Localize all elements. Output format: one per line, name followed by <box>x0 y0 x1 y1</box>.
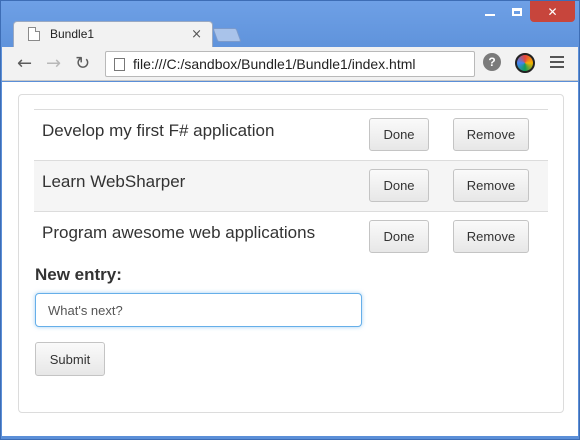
minimize-icon <box>484 13 495 16</box>
minimize-button[interactable] <box>476 1 503 22</box>
todo-text: Develop my first F# application <box>42 121 275 140</box>
submit-button[interactable]: Submit <box>35 342 105 376</box>
page-icon <box>28 27 40 41</box>
table-row: Develop my first F# application Done Rem… <box>34 110 548 161</box>
browser-window: ✕ Bundle1 × ← → ↻ file:///C:/sandbox/Bun… <box>0 0 580 440</box>
remove-button[interactable]: Remove <box>453 118 529 151</box>
todo-text: Learn WebSharper <box>42 172 186 191</box>
browser-tab[interactable]: Bundle1 × <box>13 21 213 47</box>
back-arrow-icon[interactable]: ← <box>17 53 32 74</box>
new-entry-input[interactable] <box>35 293 362 327</box>
todo-table: Develop my first F# application Done Rem… <box>34 109 548 263</box>
table-row: Program awesome web applications Done Re… <box>34 212 548 263</box>
address-bar[interactable]: file:///C:/sandbox/Bundle1/Bundle1/index… <box>105 51 475 77</box>
table-row: Learn WebSharper Done Remove <box>34 161 548 212</box>
maximize-icon <box>511 7 522 16</box>
close-window-button[interactable]: ✕ <box>530 1 575 22</box>
extension-icon[interactable] <box>515 53 535 73</box>
done-button[interactable]: Done <box>369 220 429 253</box>
new-tab-button[interactable] <box>212 28 242 42</box>
tab-title: Bundle1 <box>50 27 95 41</box>
reload-icon[interactable]: ↻ <box>75 53 90 74</box>
done-button[interactable]: Done <box>369 118 429 151</box>
page-icon <box>114 57 125 71</box>
done-button[interactable]: Done <box>369 169 429 202</box>
tab-close-icon[interactable]: × <box>191 27 202 42</box>
maximize-button[interactable] <box>503 1 530 22</box>
todo-panel: Develop my first F# application Done Rem… <box>18 94 564 413</box>
hamburger-menu-icon[interactable] <box>550 56 564 71</box>
todo-text: Program awesome web applications <box>42 223 316 242</box>
help-icon[interactable]: ? <box>483 53 501 71</box>
page-viewport: Develop my first F# application Done Rem… <box>2 82 578 436</box>
url-text[interactable]: file:///C:/sandbox/Bundle1/Bundle1/index… <box>133 56 416 72</box>
remove-button[interactable]: Remove <box>453 169 529 202</box>
new-entry-label: New entry: <box>35 265 122 284</box>
window-controls: ✕ <box>476 1 575 23</box>
remove-button[interactable]: Remove <box>453 220 529 253</box>
browser-toolbar: ← → ↻ file:///C:/sandbox/Bundle1/Bundle1… <box>2 47 578 81</box>
forward-arrow-icon[interactable]: → <box>46 53 61 74</box>
close-icon: ✕ <box>547 4 558 19</box>
